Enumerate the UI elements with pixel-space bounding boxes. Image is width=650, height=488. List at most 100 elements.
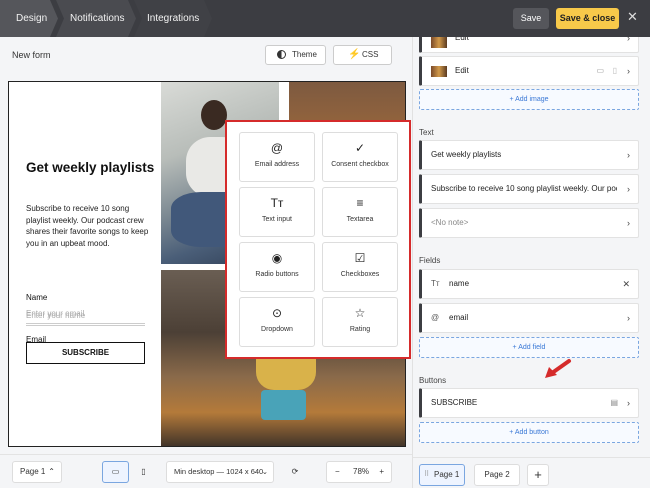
at-icon: @ (431, 313, 440, 322)
page-tab-label: Page 1 (434, 470, 460, 479)
checkbox-icon: ☑ (354, 251, 366, 265)
field-option-checkboxes[interactable]: ☑ Checkboxes (322, 242, 398, 292)
close-icon[interactable]: ✕ (627, 9, 638, 25)
page-tab-1[interactable]: ⠿ Page 1 (419, 464, 465, 486)
field-item-label: name (449, 279, 470, 288)
zoom-in-button[interactable]: + (379, 462, 384, 482)
settings-scroll[interactable]: Edit › Edit ▭ ▯ › + Add image Text Get w… (413, 37, 650, 454)
close-icon[interactable]: ✕ (622, 270, 630, 298)
text-item-label: <No note> (431, 218, 469, 227)
add-field-button[interactable]: + Add field (419, 337, 639, 358)
form-name[interactable]: New form (12, 50, 51, 60)
zoom-out-button[interactable]: − (335, 462, 340, 482)
text-item[interactable]: Subscribe to receive 10 song playlist we… (419, 174, 639, 204)
field-item-email[interactable]: @ email › (419, 303, 639, 333)
field-option-rating[interactable]: ☆ Rating (322, 297, 398, 347)
add-page-button[interactable]: + (527, 464, 549, 486)
text-item[interactable]: <No note> › (419, 208, 639, 238)
field-option-label: Textarea (346, 216, 374, 223)
top-bar: Design Notifications Integrations Save S… (0, 0, 650, 37)
field-option-label: Text input (262, 216, 292, 223)
field-option-label: Rating (349, 326, 371, 333)
page-selector-label: Page 1 (20, 467, 46, 476)
add-button-button[interactable]: + Add button (419, 422, 639, 443)
mobile-icon: ▯ (141, 467, 146, 476)
button-item[interactable]: SUBSCRIBE ▤ › (419, 388, 639, 418)
image-thumbnail (431, 37, 447, 48)
device-size-dropdown[interactable]: Min desktop — 1024 x 640 ⌄ (166, 461, 274, 483)
field-option-text-input[interactable]: Tт Text input (239, 187, 315, 237)
tab-design[interactable]: Design (0, 0, 58, 37)
chevron-right-icon: › (627, 150, 630, 160)
radio-icon: ◉ (271, 251, 283, 265)
check-circle-icon: ✓ (354, 141, 366, 155)
theme-label: Theme (292, 50, 317, 59)
theme-icon (277, 50, 286, 59)
pages-bar: ⠿ Page 1 Page 2 + (413, 457, 650, 488)
chevron-right-icon: › (627, 398, 630, 408)
page-tab-label: Page 2 (484, 470, 510, 479)
css-label: CSS (362, 50, 379, 59)
image-card-label: Edit (455, 37, 469, 42)
field-option-label: Email address (254, 161, 300, 168)
field-option-textarea[interactable]: ≡ Textarea (322, 187, 398, 237)
field-option-label: Consent checkbox (331, 161, 389, 168)
chevron-down-icon: ⌄ (261, 467, 268, 476)
field-item-label: email (449, 313, 469, 322)
mobile-icon: ▯ (612, 66, 617, 75)
form-content: Get weekly playlists Subscribe to receiv… (9, 82, 161, 446)
rotate-button[interactable]: ⟳ (283, 461, 307, 483)
name-label: Name (26, 293, 48, 302)
text-item-label: Get weekly playlists (431, 150, 502, 159)
field-option-dropdown[interactable]: ⊙ Dropdown (239, 297, 315, 347)
text-icon: Tт (431, 279, 440, 288)
tab-notifications[interactable]: Notifications (56, 0, 136, 37)
desktop-icon: ▭ (111, 467, 120, 476)
field-option-label: Dropdown (261, 326, 293, 333)
desktop-icon: ▭ (596, 66, 604, 75)
image-card[interactable]: Edit › (419, 37, 639, 53)
lines-icon: ≡ (356, 196, 364, 210)
field-option-consent[interactable]: ✓ Consent checkbox (322, 132, 398, 182)
device-size-label: Min desktop — 1024 x 640 (174, 467, 264, 476)
css-button[interactable]: ⚡ CSS (333, 45, 392, 65)
drag-handle-icon[interactable]: ⠿ (424, 465, 429, 485)
zoom-level: 78% (353, 467, 370, 476)
text-item[interactable]: Get weekly playlists › (419, 140, 639, 170)
image-thumbnail (431, 66, 447, 77)
field-item-name[interactable]: Tт name ✕ (419, 269, 639, 299)
star-icon: ☆ (354, 306, 366, 320)
subscribe-button[interactable]: SUBSCRIBE (26, 342, 145, 364)
chevron-right-icon: › (627, 218, 630, 228)
rotate-icon: ⟳ (291, 467, 299, 476)
tab-integrations[interactable]: Integrations (134, 0, 212, 37)
form-description[interactable]: Subscribe to receive 10 song playlist we… (26, 203, 153, 249)
chevron-right-icon: › (627, 66, 630, 76)
field-option-radio[interactable]: ◉ Radio buttons (239, 242, 315, 292)
chevron-up-icon: ⌃ (48, 467, 55, 476)
add-image-button[interactable]: + Add image (419, 89, 639, 110)
zoom-control: − 78% + (326, 461, 392, 483)
field-option-label: Checkboxes (340, 271, 380, 278)
dropdown-icon: ⊙ (271, 306, 283, 320)
settings-panel: Edit › Edit ▭ ▯ › + Add image Text Get w… (412, 37, 650, 488)
buttons-section-label: Buttons (419, 376, 447, 385)
button-item-label: SUBSCRIBE (431, 398, 478, 407)
theme-button[interactable]: Theme (265, 45, 326, 65)
page-tab-2[interactable]: Page 2 (474, 464, 520, 486)
save-and-close-button[interactable]: Save & close (556, 8, 619, 29)
chevron-right-icon: › (627, 313, 630, 323)
image-card[interactable]: Edit ▭ ▯ › (419, 56, 639, 86)
desktop-view-button[interactable]: ▭ (102, 461, 129, 483)
page-selector[interactable]: Page 1 ⌃ (12, 461, 62, 483)
document-icon: ▤ (610, 398, 618, 407)
mobile-view-button[interactable]: ▯ (131, 461, 156, 483)
at-icon: @ (270, 141, 284, 155)
chevron-right-icon: › (627, 37, 630, 43)
field-option-email[interactable]: @ Email address (239, 132, 315, 182)
email-field[interactable]: Enter your email (26, 309, 145, 324)
form-title[interactable]: Get weekly playlists (26, 160, 156, 176)
text-icon: Tт (270, 196, 284, 210)
save-button[interactable]: Save (513, 8, 549, 29)
field-option-label: Radio buttons (255, 271, 299, 278)
